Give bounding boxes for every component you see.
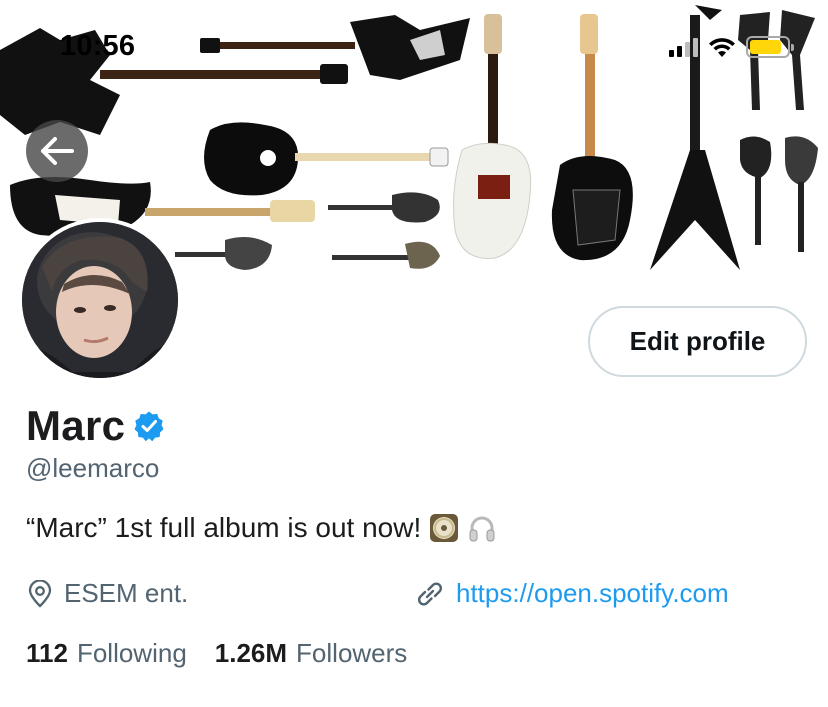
status-icons: [669, 36, 794, 58]
location-text: ESEM ent.: [64, 578, 189, 608]
profile-photo: [22, 222, 178, 378]
followers-count-link[interactable]: 1.26M Followers: [215, 638, 408, 669]
follow-counts: 112 Following 1.26M Followers: [26, 638, 407, 669]
status-time: 10:56: [60, 30, 136, 62]
link-icon: [417, 581, 443, 606]
location-pin-icon: [28, 579, 52, 608]
website-url[interactable]: https://open.spotify.com: [456, 578, 729, 609]
profile-bio: “Marc” 1st full album is out now!: [26, 512, 497, 544]
profile-location: ESEM ent.: [26, 578, 188, 609]
cellular-signal-icon: [669, 37, 698, 57]
verified-badge-icon[interactable]: [133, 410, 165, 442]
edit-profile-button[interactable]: Edit profile: [588, 306, 807, 377]
arrow-left-icon: [41, 137, 74, 165]
followers-count: 1.26M: [214, 638, 288, 668]
headphones-icon: [469, 516, 495, 542]
bio-text: “Marc” 1st full album is out now!: [26, 512, 422, 543]
display-name: Marc: [26, 402, 126, 449]
profile-website-link[interactable]: https://open.spotify.com: [414, 578, 729, 609]
battery-icon: [746, 36, 794, 58]
wifi-icon: [709, 38, 735, 57]
back-button[interactable]: [26, 120, 88, 182]
user-handle: @leemarco: [26, 453, 160, 483]
display-name-row: Marc: [26, 402, 165, 450]
cd-disc-icon: [430, 514, 459, 542]
following-label: Following: [76, 638, 187, 668]
following-count-link[interactable]: 112 Following: [26, 638, 187, 669]
following-count: 112: [26, 638, 68, 668]
avatar[interactable]: [18, 218, 182, 382]
followers-label: Followers: [296, 638, 408, 668]
